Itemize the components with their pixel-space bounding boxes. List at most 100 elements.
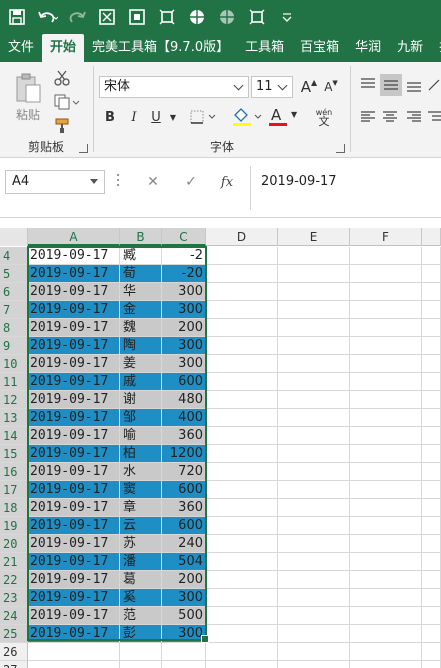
tab-file[interactable]: 文件 xyxy=(0,34,42,62)
cell-empty[interactable] xyxy=(350,319,422,337)
cell-empty[interactable] xyxy=(206,625,278,643)
cell-empty[interactable] xyxy=(350,427,422,445)
cell-empty[interactable] xyxy=(206,445,278,463)
cell-name[interactable]: 云 xyxy=(120,517,162,535)
cell-name[interactable]: 苏 xyxy=(120,535,162,553)
row-header[interactable]: 7 xyxy=(0,301,28,319)
bold-button[interactable]: B xyxy=(101,106,119,128)
row-header[interactable]: 15 xyxy=(0,445,28,463)
cell-empty[interactable] xyxy=(278,337,350,355)
tool-icon-3[interactable] xyxy=(154,4,180,30)
cell-date[interactable]: 2019-09-17 xyxy=(28,373,120,391)
cell-empty[interactable] xyxy=(278,589,350,607)
cell-name[interactable]: 华 xyxy=(120,283,162,301)
cell-empty[interactable] xyxy=(422,427,441,445)
format-painter-icon[interactable] xyxy=(52,116,72,136)
cell-name[interactable]: 柏 xyxy=(120,445,162,463)
cell-empty[interactable] xyxy=(278,481,350,499)
cell-amount[interactable]: -2 xyxy=(162,247,206,265)
cell-empty[interactable] xyxy=(278,517,350,535)
cell-empty[interactable] xyxy=(350,625,422,643)
cell-empty[interactable] xyxy=(278,301,350,319)
underline-button[interactable]: U xyxy=(147,106,165,128)
row-header[interactable]: 26 xyxy=(0,643,28,661)
cell-name[interactable]: 金 xyxy=(120,301,162,319)
cell-empty[interactable] xyxy=(350,409,422,427)
cell-name[interactable]: 范 xyxy=(120,607,162,625)
cell-empty[interactable] xyxy=(206,571,278,589)
row-header[interactable]: 18 xyxy=(0,499,28,517)
clipboard-launcher-icon[interactable] xyxy=(79,144,88,153)
orientation-icon[interactable] xyxy=(426,74,441,96)
formula-input[interactable]: 2019-09-17 xyxy=(250,166,441,210)
phonetic-guide-button[interactable]: wén 文 xyxy=(309,106,339,128)
cell-amount[interactable]: 240 xyxy=(162,535,206,553)
column-header-a[interactable]: A xyxy=(28,228,120,246)
cell-empty[interactable] xyxy=(278,427,350,445)
cell-empty[interactable] xyxy=(350,535,422,553)
tab-jiuxin[interactable]: 九新 xyxy=(389,34,431,62)
cell-empty[interactable] xyxy=(350,571,422,589)
cell-empty[interactable] xyxy=(350,265,422,283)
cell-empty[interactable] xyxy=(278,265,350,283)
cell-empty[interactable] xyxy=(278,391,350,409)
cell-empty[interactable] xyxy=(422,265,441,283)
row-header[interactable]: 10 xyxy=(0,355,28,373)
cell-date[interactable]: 2019-09-17 xyxy=(28,355,120,373)
row-header[interactable]: 5 xyxy=(0,265,28,283)
cell-empty[interactable] xyxy=(350,481,422,499)
cell-amount[interactable]: 300 xyxy=(162,355,206,373)
row-header[interactable]: 22 xyxy=(0,571,28,589)
cell-empty[interactable] xyxy=(278,319,350,337)
row-header[interactable]: 8 xyxy=(0,319,28,337)
cell-empty[interactable] xyxy=(278,625,350,643)
column-header-g[interactable] xyxy=(422,228,441,246)
cancel-icon[interactable]: ✕ xyxy=(142,172,164,192)
cell-empty[interactable] xyxy=(350,391,422,409)
cell-name[interactable]: 荀 xyxy=(120,265,162,283)
cell-date[interactable]: 2019-09-17 xyxy=(28,481,120,499)
cell-date[interactable]: 2019-09-17 xyxy=(28,445,120,463)
enter-icon[interactable]: ✓ xyxy=(180,172,202,192)
row-header[interactable]: 19 xyxy=(0,517,28,535)
select-all-corner[interactable] xyxy=(0,228,28,246)
align-middle-icon[interactable] xyxy=(380,74,402,96)
borders-button[interactable] xyxy=(187,106,221,128)
cell-name[interactable]: 奚 xyxy=(120,589,162,607)
cell-empty[interactable] xyxy=(206,391,278,409)
cell-empty[interactable] xyxy=(422,409,441,427)
row-header[interactable]: 4 xyxy=(0,247,28,265)
align-center-icon[interactable] xyxy=(380,106,400,128)
copy-icon[interactable] xyxy=(52,92,82,112)
cell-empty[interactable] xyxy=(422,319,441,337)
tab-home[interactable]: 开始 xyxy=(42,34,85,62)
underline-dropdown-icon[interactable]: ▼ xyxy=(167,106,179,128)
cell-empty[interactable] xyxy=(278,283,350,301)
cell-empty[interactable] xyxy=(350,445,422,463)
cell-empty[interactable] xyxy=(206,301,278,319)
cell-empty[interactable] xyxy=(422,535,441,553)
row-header[interactable]: 27 xyxy=(0,661,28,668)
font-name-combo[interactable]: 宋体 xyxy=(99,76,249,98)
cell-empty[interactable] xyxy=(422,517,441,535)
tab-toolbox[interactable]: 工具箱 xyxy=(237,34,292,62)
cell-name[interactable]: 葛 xyxy=(120,571,162,589)
cell-amount[interactable] xyxy=(162,661,206,668)
name-box[interactable]: A4 xyxy=(5,170,105,194)
paste-button[interactable]: 粘贴 xyxy=(8,68,48,126)
tool-icon-1[interactable] xyxy=(94,4,120,30)
font-launcher-icon[interactable] xyxy=(336,144,345,153)
cell-empty[interactable] xyxy=(422,571,441,589)
cell-date[interactable]: 2019-09-17 xyxy=(28,553,120,571)
column-header-b[interactable]: B xyxy=(120,228,162,246)
cell-date[interactable]: 2019-09-17 xyxy=(28,625,120,643)
cell-empty[interactable] xyxy=(206,517,278,535)
tool-icon-4[interactable] xyxy=(184,4,210,30)
cell-empty[interactable] xyxy=(422,661,441,668)
cell-empty[interactable] xyxy=(206,337,278,355)
cell-name[interactable]: 喻 xyxy=(120,427,162,445)
cell-name[interactable]: 潘 xyxy=(120,553,162,571)
cell-empty[interactable] xyxy=(422,481,441,499)
row-header[interactable]: 13 xyxy=(0,409,28,427)
cell-date[interactable]: 2019-09-17 xyxy=(28,535,120,553)
